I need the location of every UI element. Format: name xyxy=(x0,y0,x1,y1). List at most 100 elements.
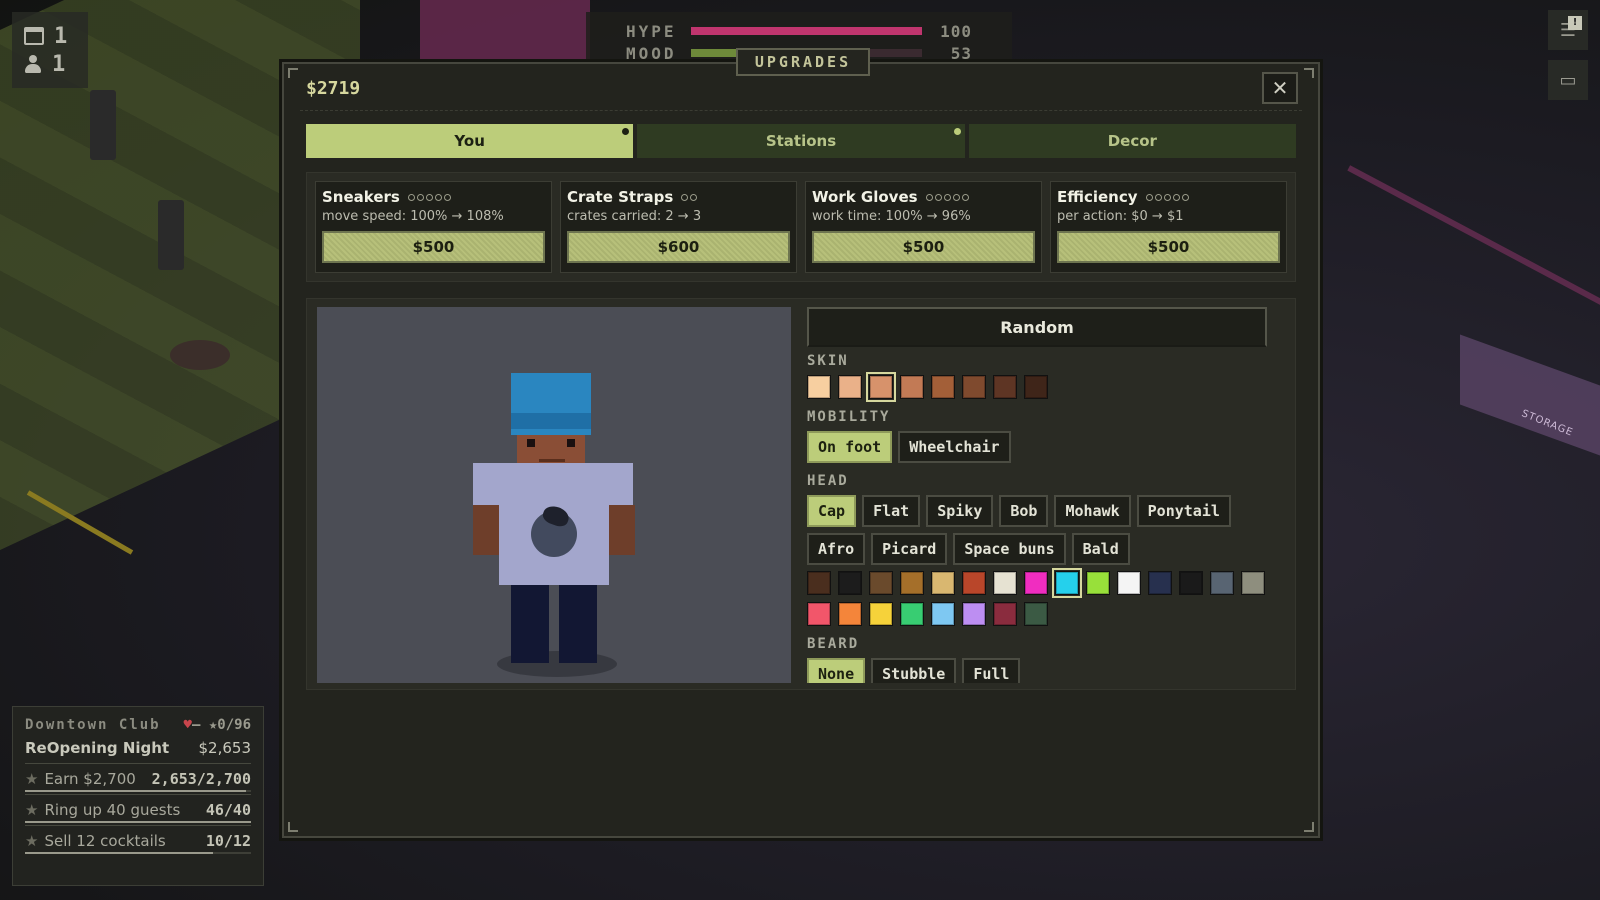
event-name: ReOpening Night xyxy=(25,739,170,757)
head-option-spiky[interactable]: Spiky xyxy=(926,495,994,527)
bar-counter xyxy=(420,0,590,60)
hair-color-swatch[interactable] xyxy=(1086,571,1110,595)
skin-swatch[interactable] xyxy=(838,375,862,399)
objective-item: ★ Earn $2,700 2,653/2,700 xyxy=(25,763,251,792)
hair-color-swatch[interactable] xyxy=(1179,571,1203,595)
hair-color-swatch[interactable] xyxy=(962,602,986,626)
beard-option-stubble[interactable]: Stubble xyxy=(871,658,957,683)
hair-color-swatch[interactable] xyxy=(993,602,1017,626)
day-counter-panel: 1 1 xyxy=(12,12,88,88)
table-prop xyxy=(170,340,230,370)
cap xyxy=(511,373,591,413)
skin-swatch[interactable] xyxy=(993,375,1017,399)
mouth xyxy=(539,459,565,462)
mobility-option-wheelchair[interactable]: Wheelchair xyxy=(898,431,1011,463)
random-button[interactable]: Random xyxy=(807,307,1267,347)
person-icon xyxy=(24,55,42,73)
hair-color-swatch[interactable] xyxy=(1148,571,1172,595)
pip xyxy=(961,193,969,201)
head-option-cap[interactable]: Cap xyxy=(807,495,857,527)
objective-progress-bar xyxy=(25,790,251,792)
hair-color-swatch[interactable] xyxy=(900,571,924,595)
character-preview xyxy=(317,307,791,683)
arm xyxy=(609,505,635,555)
tab-bar: You Stations Decor xyxy=(306,124,1296,158)
objective-progress: 10/12 xyxy=(205,832,251,850)
skin-swatch[interactable] xyxy=(807,375,831,399)
hair-color-swatch[interactable] xyxy=(993,571,1017,595)
hair-color-swatch[interactable] xyxy=(838,602,862,626)
upgrade-header: Crate Straps xyxy=(567,188,790,206)
pip xyxy=(690,193,698,201)
beard-option-none[interactable]: None xyxy=(807,658,866,683)
hair-color-swatch[interactable] xyxy=(1210,571,1234,595)
objective-progress: 46/40 xyxy=(205,801,251,819)
upgrade-card: Crate Straps crates carried: 2 → 3 $600 xyxy=(560,181,797,273)
pip xyxy=(425,193,433,201)
head-options: Cap Flat Spiky Bob Mohawk Ponytail Afro Picard S… xyxy=(807,495,1273,565)
beard-option-full[interactable]: Full xyxy=(962,658,1021,683)
objective-progress-fill xyxy=(25,790,247,792)
event-money: $2,653 xyxy=(198,739,252,757)
pip xyxy=(1181,193,1189,201)
hair-color-swatches xyxy=(807,568,1273,626)
mobility-option-on-foot[interactable]: On foot xyxy=(807,431,893,463)
hair-color-swatch[interactable] xyxy=(838,571,862,595)
pip xyxy=(681,193,689,201)
skin-swatch[interactable] xyxy=(1024,375,1048,399)
tab-you[interactable]: You xyxy=(306,124,634,158)
hair-color-swatch[interactable] xyxy=(931,571,955,595)
pip xyxy=(1172,193,1180,201)
buy-upgrade-button[interactable]: $500 xyxy=(812,231,1035,263)
head-option-bald[interactable]: Bald xyxy=(1071,533,1130,565)
hair-color-swatch[interactable] xyxy=(869,602,893,626)
pip xyxy=(443,193,451,201)
head-option-mohawk[interactable]: Mohawk xyxy=(1054,495,1131,527)
hair-color-swatch[interactable] xyxy=(1024,602,1048,626)
tab-label: You xyxy=(454,132,485,150)
hair-color-swatch[interactable] xyxy=(869,571,893,595)
eye xyxy=(527,439,535,447)
beard-label: BEARD xyxy=(807,636,860,652)
upgrade-name: Crate Straps xyxy=(567,188,674,206)
head-option-afro[interactable]: Afro xyxy=(807,533,866,565)
hair-color-swatch[interactable] xyxy=(807,571,831,595)
hair-color-swatch[interactable] xyxy=(1241,571,1265,595)
pip xyxy=(407,193,415,201)
upgrade-description: per action: $0 → $1 xyxy=(1057,209,1184,224)
tab-decor[interactable]: Decor xyxy=(968,124,1296,158)
hair-color-swatch[interactable] xyxy=(1117,571,1141,595)
head-option-space-buns[interactable]: Space buns xyxy=(953,533,1066,565)
character-avatar xyxy=(473,373,635,663)
hair-color-swatch[interactable] xyxy=(1052,568,1082,598)
day-value: 1 xyxy=(54,23,68,49)
hair-color-swatch[interactable] xyxy=(1024,571,1048,595)
shirt-logo xyxy=(531,511,577,557)
pip xyxy=(416,193,424,201)
buy-upgrade-button[interactable]: $500 xyxy=(322,231,545,263)
hair-color-swatch[interactable] xyxy=(931,602,955,626)
head-option-ponytail[interactable]: Ponytail xyxy=(1136,495,1231,527)
hair-color-swatch[interactable] xyxy=(807,602,831,626)
upgrade-level-pips xyxy=(681,193,698,201)
skin-swatch[interactable] xyxy=(962,375,986,399)
upgrade-level-pips xyxy=(407,193,451,201)
hair-color-swatch[interactable] xyxy=(962,571,986,595)
pip xyxy=(1163,193,1171,201)
hair-color-swatch[interactable] xyxy=(900,602,924,626)
buy-upgrade-button[interactable]: $600 xyxy=(567,231,790,263)
skin-swatch[interactable] xyxy=(866,372,896,402)
tab-stations[interactable]: Stations xyxy=(637,124,965,158)
head-option-picard[interactable]: Picard xyxy=(871,533,948,565)
chat-button[interactable]: ▭ xyxy=(1548,60,1588,100)
upgrade-level-pips xyxy=(925,193,969,201)
objective-progress-fill xyxy=(25,852,213,854)
menu-button[interactable]: ☰ ! xyxy=(1548,10,1588,50)
skin-label: SKIN xyxy=(807,353,849,369)
close-button[interactable]: ✕ xyxy=(1262,72,1298,104)
head-option-bob[interactable]: Bob xyxy=(999,495,1049,527)
skin-swatch[interactable] xyxy=(900,375,924,399)
skin-swatch[interactable] xyxy=(931,375,955,399)
buy-upgrade-button[interactable]: $500 xyxy=(1057,231,1280,263)
head-option-flat[interactable]: Flat xyxy=(862,495,921,527)
